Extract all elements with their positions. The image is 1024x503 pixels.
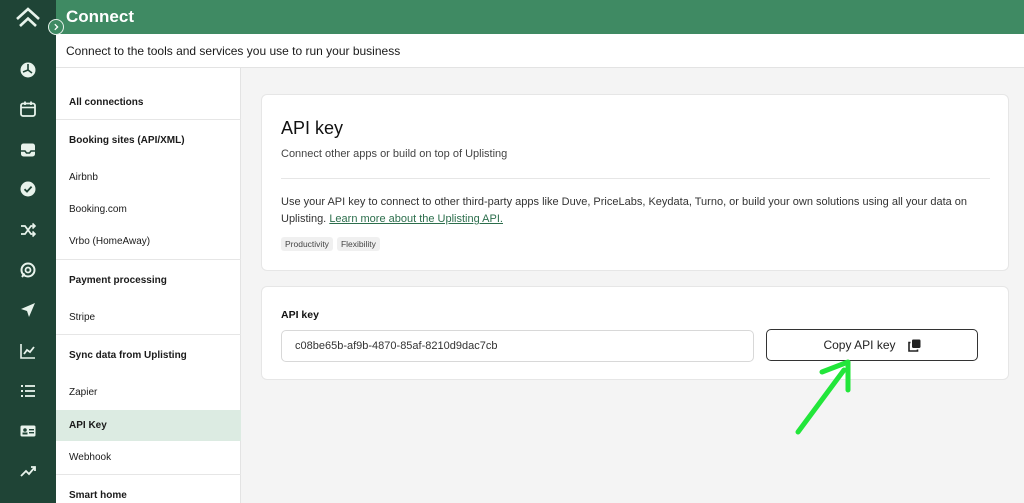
tag-productivity: Productivity <box>281 237 333 251</box>
chevron-right-icon <box>54 23 59 31</box>
rail-toggle-button[interactable] <box>48 19 64 35</box>
page-title: Connect <box>66 7 134 26</box>
api-key-card: API key c08be65b-af9b-4870-85af-8210d9da… <box>261 286 1009 380</box>
nav-divider <box>56 334 241 335</box>
card-title: API key <box>281 118 344 138</box>
learn-more-link[interactable]: Learn more about the Uplisting API. <box>329 213 503 225</box>
card-subtitle: Connect other apps or build on top of Up… <box>281 148 508 160</box>
logo-icon[interactable] <box>14 6 42 30</box>
tag-list: Productivity Flexibility <box>281 237 380 251</box>
copy-api-key-label: Copy API key <box>823 338 896 352</box>
calendar-icon[interactable] <box>17 98 39 120</box>
nav-header-payment-processing: Payment processing <box>69 275 167 286</box>
card-divider <box>281 178 990 179</box>
nav-item-airbnb[interactable]: Airbnb <box>56 162 241 193</box>
nav-all-connections[interactable]: All connections <box>56 97 241 108</box>
nav-item-webhook[interactable]: Webhook <box>56 442 241 473</box>
annotation-arrow-icon <box>795 359 851 435</box>
api-key-field[interactable]: c08be65b-af9b-4870-85af-8210d9dac7cb <box>281 330 754 362</box>
inbox-icon[interactable] <box>17 139 39 161</box>
nav-item-api-key[interactable]: API Key <box>56 410 241 441</box>
support-icon[interactable] <box>17 259 39 281</box>
nav-header-sync-data: Sync data from Uplisting <box>69 350 187 361</box>
nav-divider <box>56 119 241 120</box>
page-subtitle: Connect to the tools and services you us… <box>66 44 401 58</box>
nav-divider <box>56 474 241 475</box>
analytics-icon[interactable] <box>17 340 39 362</box>
top-bar: Connect <box>56 0 1024 34</box>
nav-divider <box>56 259 241 260</box>
nav-header-booking-sites: Booking sites (API/XML) <box>69 135 185 146</box>
send-icon[interactable] <box>17 299 39 321</box>
id-card-icon[interactable] <box>17 420 39 442</box>
check-icon[interactable] <box>17 178 39 200</box>
dashboard-icon[interactable] <box>17 59 39 81</box>
app-rail <box>0 0 56 503</box>
list-icon[interactable] <box>17 380 39 402</box>
card-description: Use your API key to connect to other thi… <box>281 194 993 228</box>
nav-item-zapier[interactable]: Zapier <box>56 377 241 408</box>
connections-nav: All connections Booking sites (API/XML) … <box>56 68 241 503</box>
nav-header-smart-home: Smart home <box>69 490 127 501</box>
tag-flexibility: Flexibility <box>336 237 380 251</box>
copy-icon <box>907 339 921 352</box>
page-subtitle-bar: Connect to the tools and services you us… <box>56 34 1024 68</box>
api-key-info-card: API key Connect other apps or build on t… <box>261 94 1009 271</box>
shuffle-icon[interactable] <box>17 219 39 241</box>
nav-item-stripe[interactable]: Stripe <box>56 302 241 333</box>
nav-item-booking-com[interactable]: Booking.com <box>56 194 241 225</box>
api-key-label: API key <box>281 309 319 321</box>
trending-icon[interactable] <box>17 460 39 482</box>
nav-item-vrbo[interactable]: Vrbo (HomeAway) <box>56 226 241 257</box>
